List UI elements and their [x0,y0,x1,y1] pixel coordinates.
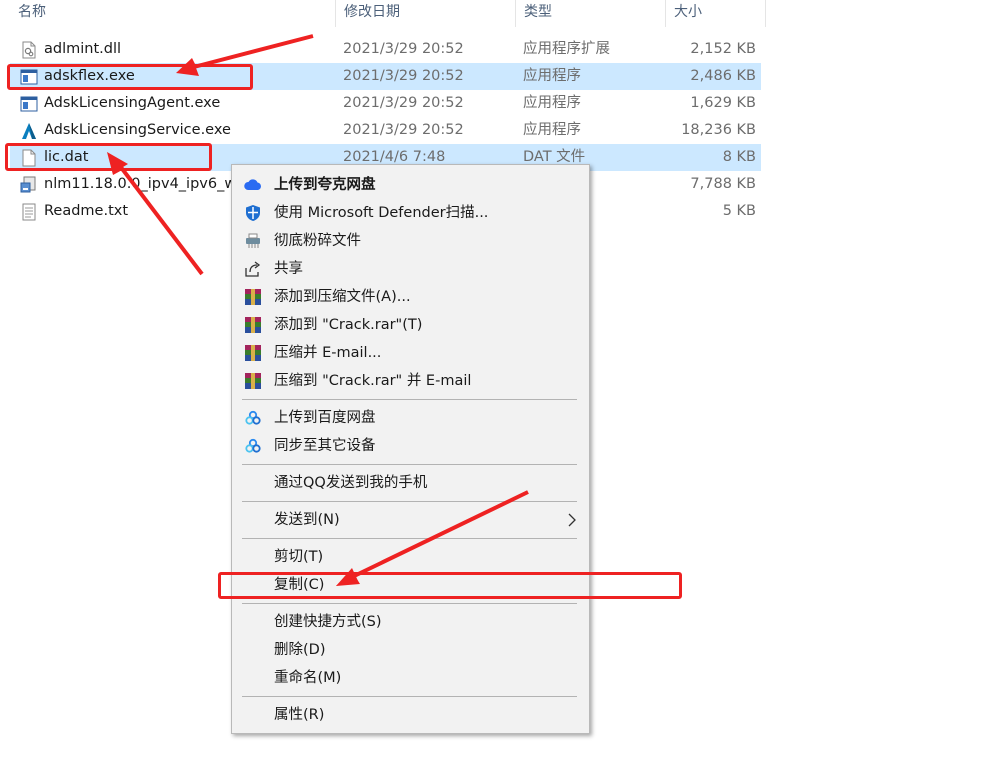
annotation-box-copy [218,572,682,599]
menu-item-add-archive[interactable]: 添加到压缩文件(A)... [234,283,587,311]
defender-shield-icon [246,205,260,221]
baidu-cloud-icon [245,410,261,425]
menu-item-create-shortcut[interactable]: 创建快捷方式(S) [234,608,587,636]
file-row-licensing-agent[interactable]: AdskLicensingAgent.exe 2021/3/29 20:52 应… [10,90,761,117]
menu-item-label: 添加到 "Crack.rar"(T) [274,317,423,333]
file-size: 2,486 KB [690,68,756,84]
file-name: Readme.txt [44,203,129,219]
dll-file-icon [22,41,36,59]
file-type: 应用程序 [523,122,581,138]
menu-item-quark-upload[interactable]: 上传到夸克网盘 [234,171,587,199]
menu-item-label: 重命名(M) [274,670,342,686]
file-modified: 2021/3/29 20:52 [343,122,464,138]
menu-item-qq-send[interactable]: 通过QQ发送到我的手机 [234,469,587,497]
menu-item-label: 彻底粉碎文件 [274,233,361,249]
baidu-cloud-icon [245,438,261,453]
column-size[interactable]: 大小 [666,0,766,27]
file-name: adlmint.dll [44,41,122,57]
menu-item-label: 添加到压缩文件(A)... [274,289,411,305]
menu-item-sync-devices[interactable]: 同步至其它设备 [234,432,587,460]
winrar-icon [245,373,261,389]
winrar-icon [245,317,261,333]
column-header: 名称 修改日期 类型 大小 [0,0,767,27]
menu-item-label: 共享 [274,261,303,277]
file-size: 7,788 KB [690,176,756,192]
menu-item-label: 同步至其它设备 [274,438,376,454]
context-menu: 上传到夸克网盘 使用 Microsoft Defender扫描... 彻底粉碎文… [231,164,590,734]
exe-window-icon [20,96,38,112]
annotation-box-adskflex [7,64,253,90]
winrar-icon [245,289,261,305]
menu-item-delete[interactable]: 删除(D) [234,636,587,664]
file-name: nlm11.18.0.0_ipv4_ipv6_w [44,176,237,192]
menu-separator [242,696,577,697]
column-type[interactable]: 类型 [516,0,666,27]
file-size: 5 KB [722,203,756,219]
file-modified: 2021/3/29 20:52 [343,41,464,57]
file-type: 应用程序 [523,95,581,111]
shredder-icon [246,233,260,248]
menu-item-shred[interactable]: 彻底粉碎文件 [234,227,587,255]
menu-item-label: 通过QQ发送到我的手机 [274,475,428,491]
share-icon [245,261,261,277]
menu-item-label: 创建快捷方式(S) [274,614,382,630]
menu-item-compress-email[interactable]: 压缩并 E-mail... [234,339,587,367]
file-row-licensing-service[interactable]: AdskLicensingService.exe 2021/3/29 20:52… [10,117,761,144]
menu-item-label: 使用 Microsoft Defender扫描... [274,205,489,221]
file-row-adlmint[interactable]: adlmint.dll 2021/3/29 20:52 应用程序扩展 2,152… [10,36,761,63]
column-modified[interactable]: 修改日期 [336,0,516,27]
winrar-icon [245,345,261,361]
menu-item-share[interactable]: 共享 [234,255,587,283]
menu-separator [242,501,577,502]
menu-item-send-to[interactable]: 发送到(N) [234,506,587,534]
menu-item-defender-scan[interactable]: 使用 Microsoft Defender扫描... [234,199,587,227]
menu-item-label: 删除(D) [274,642,326,658]
menu-item-label: 属性(R) [274,707,325,723]
menu-item-label: 剪切(T) [274,549,324,565]
menu-item-properties[interactable]: 属性(R) [234,701,587,729]
menu-separator [242,603,577,604]
file-name: AdskLicensingService.exe [44,122,231,138]
file-modified: 2021/3/29 20:52 [343,68,464,84]
menu-separator [242,464,577,465]
text-file-icon [22,203,36,221]
annotation-box-lic-dat [5,143,212,171]
menu-item-label: 压缩并 E-mail... [274,345,382,361]
file-size: 8 KB [722,149,756,165]
menu-item-label: 发送到(N) [274,512,340,528]
menu-item-baidu-upload[interactable]: 上传到百度网盘 [234,404,587,432]
installer-icon [20,176,36,193]
chevron-right-icon [568,513,576,527]
menu-item-label: 上传到百度网盘 [274,410,376,426]
menu-item-add-crack-rar[interactable]: 添加到 "Crack.rar"(T) [234,311,587,339]
menu-item-rename[interactable]: 重命名(M) [234,664,587,692]
file-size: 2,152 KB [690,41,756,57]
column-name[interactable]: 名称 [10,0,336,27]
menu-separator [242,538,577,539]
file-size: 18,236 KB [681,122,756,138]
file-modified: 2021/3/29 20:52 [343,95,464,111]
menu-item-label: 压缩到 "Crack.rar" 并 E-mail [274,373,472,389]
file-name: AdskLicensingAgent.exe [44,95,221,111]
menu-separator [242,399,577,400]
file-size: 1,629 KB [690,95,756,111]
menu-item-cut[interactable]: 剪切(T) [234,543,587,571]
menu-item-compress-crack-email[interactable]: 压缩到 "Crack.rar" 并 E-mail [234,367,587,395]
autodesk-logo-icon [22,123,36,139]
quark-cloud-icon [244,179,261,190]
file-type: 应用程序扩展 [523,41,610,57]
menu-item-label: 上传到夸克网盘 [274,177,376,193]
file-type: 应用程序 [523,68,581,84]
